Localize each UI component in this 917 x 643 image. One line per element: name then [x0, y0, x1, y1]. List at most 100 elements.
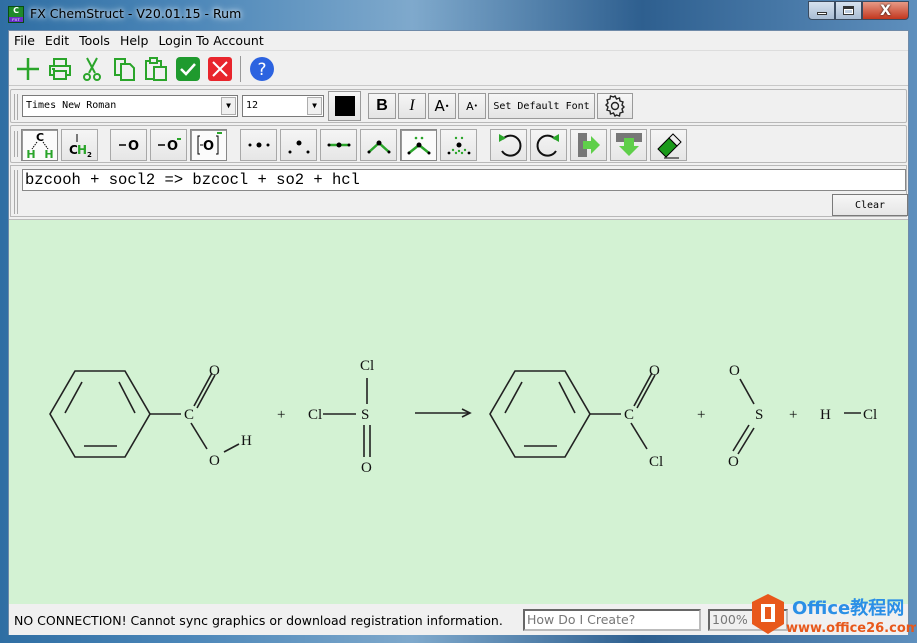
increase-font-icon: A [434, 97, 445, 115]
atom-cl: Cl [360, 358, 374, 374]
menu-help[interactable]: Help [115, 31, 154, 51]
paste-icon [144, 56, 167, 81]
bent-lone-pair-button[interactable] [400, 129, 437, 161]
menu-login[interactable]: Login To Account [153, 31, 268, 51]
oxygen-bond-icon: O [118, 139, 139, 154]
menu-file[interactable]: File [9, 31, 40, 51]
eraser-icon [656, 133, 682, 159]
plus-sign: + [789, 407, 797, 423]
svg-text:O: O [167, 139, 178, 154]
atom-h: H [820, 407, 831, 423]
help-button[interactable]: ? [247, 54, 276, 83]
title-bar[interactable]: C FXT FX ChemStruct - V20.01.15 - Rum X [0, 0, 917, 30]
bold-button[interactable]: B [368, 93, 396, 119]
atom-c: C [624, 407, 634, 423]
set-default-font-button[interactable]: Set Default Font [488, 93, 595, 119]
font-size-select[interactable]: 12 ▼ [242, 95, 324, 117]
settings-button[interactable] [597, 93, 633, 119]
svg-text:O: O [128, 139, 139, 154]
oxygen-bracket-anion-icon: O [197, 132, 222, 155]
trigonal-dots-button[interactable] [280, 129, 317, 161]
show-hydrogens-button[interactable]: CHH [21, 129, 58, 161]
clear-button[interactable]: Clear [832, 194, 908, 216]
atom-o: O [649, 363, 660, 379]
increase-font-button[interactable]: A • [428, 93, 456, 119]
atom-c: C [184, 407, 194, 423]
font-family-value: Times New Roman [26, 100, 117, 111]
close-button[interactable]: X [862, 1, 909, 20]
linear-bonds-button[interactable] [320, 129, 357, 161]
atom-s: S [361, 407, 369, 423]
arrow-down-icon [615, 133, 642, 156]
formula-panel: bzcooh + socl2 => bzcocl + so2 + hcl Cle… [10, 165, 908, 217]
svg-text:H: H [26, 148, 35, 160]
toolbar-grip[interactable] [14, 94, 18, 120]
copy-button[interactable] [109, 54, 138, 83]
condensed-hydrogens-button[interactable]: CH2 [61, 129, 98, 161]
reject-button[interactable] [205, 54, 234, 83]
export-down-button[interactable] [610, 129, 647, 161]
oxygen-charge-button[interactable]: O [150, 129, 187, 161]
new-button[interactable] [13, 54, 42, 83]
atom-o: O [361, 460, 372, 476]
panel-grip[interactable] [14, 170, 18, 214]
chevron-down-icon[interactable]: ▼ [307, 97, 322, 115]
rotate-left-button[interactable] [490, 129, 527, 161]
italic-button[interactable]: I [398, 93, 426, 119]
atom-cl: Cl [863, 407, 877, 423]
watermark: Office教程网 www.office26.com [752, 594, 916, 636]
paste-button[interactable] [141, 54, 170, 83]
drawing-canvas[interactable]: O C O H + Cl Cl S O O C Cl + O S O + H C… [9, 219, 908, 604]
color-picker-button[interactable] [328, 91, 361, 121]
chevron-down-icon[interactable]: ▼ [221, 97, 236, 115]
font-size-value: 12 [246, 100, 259, 111]
minimize-button[interactable] [808, 1, 835, 20]
decrease-font-button[interactable]: A • [458, 93, 486, 119]
trigonal-dots-icon [288, 140, 309, 154]
font-family-select[interactable]: Times New Roman ▼ [22, 95, 238, 117]
atom-cl: Cl [649, 454, 663, 470]
svg-text:H: H [44, 148, 53, 160]
oxygen-bracket-button[interactable]: O [190, 129, 227, 161]
status-message: NO CONNECTION! Cannot sync graphics or d… [14, 613, 503, 628]
watermark-url: www.office26.com [786, 621, 916, 636]
app-logo-icon: C FXT [8, 6, 24, 23]
accept-button[interactable] [173, 54, 202, 83]
ch2-icon: CH2 [69, 134, 92, 159]
atom-h: H [241, 433, 252, 449]
svg-text:?: ? [257, 60, 266, 80]
atom-labels: O C O H + Cl Cl S O O C Cl + O S O + H C… [184, 358, 877, 476]
arrow-right-icon [577, 133, 600, 157]
atom-o: O [209, 363, 220, 379]
plus-sign: + [697, 407, 705, 423]
pyramidal-icon [447, 136, 470, 155]
pyramidal-lone-pairs-button[interactable] [440, 129, 477, 161]
linear-dots-button[interactable] [240, 129, 277, 161]
font-toolbar: Times New Roman ▼ 12 ▼ B I A • A • Set Def… [10, 89, 907, 123]
app-window: C FXT FX ChemStruct - V20.01.15 - Rum X … [0, 0, 917, 643]
atom-o: O [728, 454, 739, 470]
toolbar-grip[interactable] [14, 131, 18, 157]
formula-input[interactable]: bzcooh + socl2 => bzcocl + so2 + hcl [22, 169, 906, 191]
structure-toolbar: CHH CH2 O O O [10, 125, 907, 163]
check-icon [175, 56, 200, 81]
copy-icon [113, 57, 135, 81]
cut-button[interactable] [77, 54, 106, 83]
client-area: File Edit Tools Help Login To Account ? … [8, 30, 909, 635]
bent-bonds-button[interactable] [360, 129, 397, 161]
menu-edit[interactable]: Edit [40, 31, 74, 51]
how-do-i-create-input[interactable]: How Do I Create? [523, 609, 701, 631]
bent-bonds-icon [367, 140, 390, 154]
export-right-button[interactable] [570, 129, 607, 161]
close-icon: X [880, 2, 891, 19]
window-title: FX ChemStruct - V20.01.15 - Rum [30, 6, 242, 21]
menu-tools[interactable]: Tools [74, 31, 115, 51]
rotate-right-button[interactable] [530, 129, 567, 161]
rotate-left-icon [498, 134, 521, 157]
print-button[interactable] [45, 54, 74, 83]
atom-o: O [729, 363, 740, 379]
eraser-button[interactable] [650, 129, 687, 161]
bent-lone-pair-icon [407, 136, 430, 155]
oxygen-single-button[interactable]: O [110, 129, 147, 161]
maximize-button[interactable] [835, 1, 862, 20]
